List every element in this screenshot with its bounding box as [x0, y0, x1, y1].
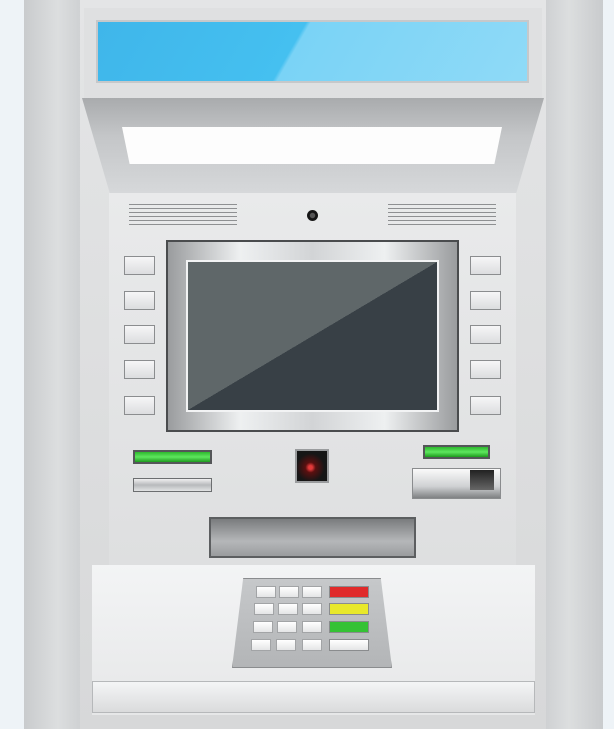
top-banner	[96, 20, 529, 83]
keypad-key[interactable]	[253, 621, 273, 633]
camera-icon	[307, 210, 318, 221]
receipt-slot-indicator	[423, 445, 490, 459]
speaker-grille-left	[129, 204, 237, 228]
keypad-key[interactable]	[302, 603, 322, 615]
speaker-grille-right	[388, 204, 496, 228]
side-button-right-2[interactable]	[470, 291, 501, 310]
side-button-left-5[interactable]	[124, 396, 155, 415]
ledge-lip	[92, 681, 535, 713]
keypad-key[interactable]	[278, 603, 298, 615]
card-slot-indicator	[133, 450, 212, 464]
side-button-left-3[interactable]	[124, 325, 155, 344]
keypad-key[interactable]	[254, 603, 274, 615]
proximity-sensor-icon	[295, 449, 329, 483]
right-pillar	[546, 0, 603, 729]
card-insert-slot[interactable]	[133, 478, 212, 492]
side-button-right-3[interactable]	[470, 325, 501, 344]
cash-dispenser[interactable]	[209, 517, 416, 558]
blank-key[interactable]	[329, 639, 369, 651]
side-button-right-5[interactable]	[470, 396, 501, 415]
clear-key[interactable]	[329, 603, 369, 615]
side-button-right-4[interactable]	[470, 360, 501, 379]
left-pillar	[24, 0, 80, 729]
keypad-key[interactable]	[251, 639, 271, 651]
keypad-key[interactable]	[302, 586, 322, 598]
keypad-key[interactable]	[302, 621, 322, 633]
light-strip	[122, 127, 502, 164]
side-button-left-2[interactable]	[124, 291, 155, 310]
cancel-key[interactable]	[329, 586, 369, 598]
keypad-key[interactable]	[276, 639, 296, 651]
atm-screen[interactable]	[186, 260, 439, 412]
keypad-key[interactable]	[256, 586, 276, 598]
card-reader-opening	[470, 470, 494, 490]
keypad-key[interactable]	[279, 586, 299, 598]
side-button-left-4[interactable]	[124, 360, 155, 379]
keypad-key[interactable]	[277, 621, 297, 633]
side-button-right-1[interactable]	[470, 256, 501, 275]
enter-key[interactable]	[329, 621, 369, 633]
keypad-key[interactable]	[302, 639, 322, 651]
side-button-left-1[interactable]	[124, 256, 155, 275]
